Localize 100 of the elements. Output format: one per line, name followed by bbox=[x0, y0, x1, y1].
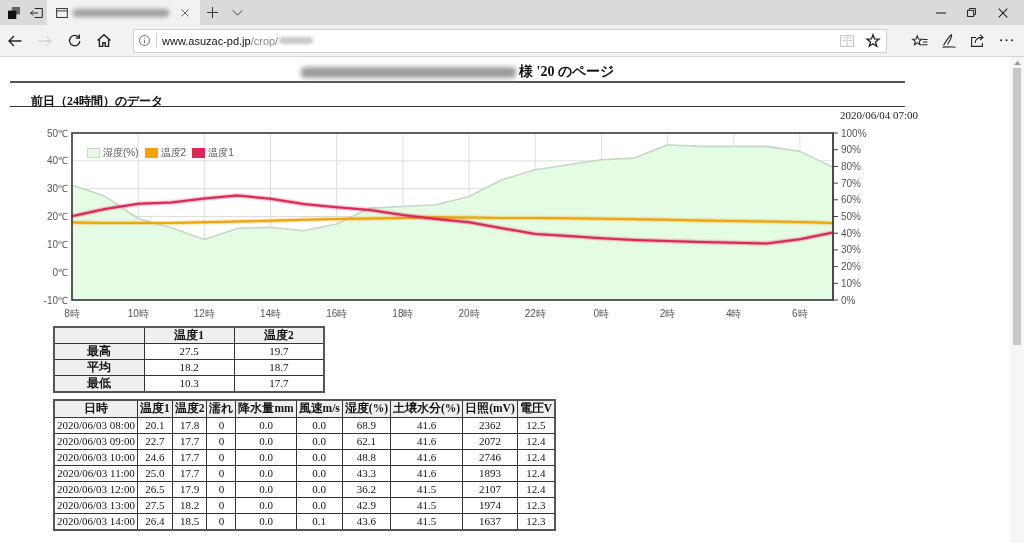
plus-icon bbox=[207, 7, 218, 18]
table-cell: 0.0 bbox=[296, 481, 343, 497]
axis-label: 10℃ bbox=[46, 238, 68, 250]
column-header: 温度1 bbox=[137, 400, 173, 417]
table-cell: 0 bbox=[206, 433, 236, 449]
table-cell: 0.0 bbox=[235, 449, 297, 465]
axis-label: 10時 bbox=[127, 308, 149, 319]
axis-label: 18時 bbox=[392, 308, 414, 319]
url-text: www.asuzac-pd.jp/crop/ bbox=[162, 33, 279, 48]
axis-label: 14時 bbox=[259, 308, 282, 319]
axis-label: 80% bbox=[841, 160, 861, 172]
chevron-down-icon bbox=[232, 9, 243, 16]
table-cell: 43.3 bbox=[342, 465, 391, 481]
axis-label: 20℃ bbox=[46, 211, 68, 222]
table-cell: 41.6 bbox=[390, 449, 463, 465]
more-icon bbox=[1000, 39, 1013, 42]
table-cell: 0.0 bbox=[235, 417, 297, 433]
table-cell: 2020/06/03 13:00 bbox=[54, 497, 138, 513]
table-cell: 0.0 bbox=[296, 497, 343, 513]
page-icon bbox=[56, 7, 68, 18]
table-cell: 48.8 bbox=[342, 449, 391, 465]
table-cell: 0 bbox=[206, 465, 236, 481]
table-cell: 2020/06/03 08:00 bbox=[54, 417, 138, 433]
table-cell: 0.0 bbox=[296, 465, 343, 481]
table-cell: 0.0 bbox=[235, 433, 297, 449]
legend-label: 湿度(%) bbox=[103, 147, 139, 159]
page-title: 様 '20 のページ bbox=[519, 63, 614, 81]
column-header: 電圧V bbox=[517, 400, 556, 417]
table-cell: 2020/06/03 10:00 bbox=[54, 449, 138, 465]
star-list-icon bbox=[911, 35, 928, 46]
axis-label: 6時 bbox=[792, 308, 808, 319]
pen-icon bbox=[941, 33, 956, 48]
column-header: 濡れ bbox=[206, 400, 236, 417]
table-cell: 24.6 bbox=[137, 449, 173, 465]
table-cell: 17.8 bbox=[172, 417, 207, 433]
close-icon bbox=[181, 8, 189, 17]
table-cell: 0.0 bbox=[235, 465, 297, 481]
axis-label: 8時 bbox=[64, 308, 80, 319]
axis-label: 30% bbox=[841, 244, 861, 256]
table-cell: 1974 bbox=[462, 497, 518, 513]
close-icon bbox=[997, 7, 1008, 18]
table-cell: 27.5 bbox=[137, 497, 173, 513]
axis-label: 16時 bbox=[326, 308, 348, 319]
address-field[interactable]: www.asuzac-pd.jp/crop/ bbox=[133, 28, 887, 53]
axis-label: 10% bbox=[841, 277, 861, 289]
table-cell: 22.7 bbox=[137, 433, 173, 449]
scrollbar-thumb[interactable] bbox=[1013, 68, 1021, 345]
table-cell: 0 bbox=[206, 417, 236, 433]
caret-up-icon bbox=[1013, 60, 1021, 65]
column-header: 風速m/s bbox=[296, 400, 343, 417]
table-cell: 17.7 bbox=[172, 449, 207, 465]
table-cell: 41.6 bbox=[390, 465, 463, 481]
table-cell: 2020/06/03 14:00 bbox=[54, 513, 138, 530]
table-cell: 2020/06/03 09:00 bbox=[54, 433, 138, 449]
table-cell: 62.1 bbox=[342, 433, 391, 449]
blurred-text bbox=[279, 37, 314, 44]
legend-label: 温度1 bbox=[208, 147, 234, 159]
column-header: 温度1 bbox=[144, 327, 234, 344]
table-cell: 17.7 bbox=[172, 465, 207, 481]
axis-label: 20% bbox=[841, 261, 861, 273]
table-cell: 41.6 bbox=[390, 417, 463, 433]
table-cell: 42.9 bbox=[342, 497, 391, 513]
table-cell: 18.2 bbox=[144, 359, 234, 376]
axis-label: 12時 bbox=[193, 308, 215, 319]
axis-label: 100% bbox=[841, 127, 867, 139]
table-cell: 41.6 bbox=[390, 433, 463, 449]
axis-label: 50% bbox=[841, 211, 861, 222]
axis-label: 2時 bbox=[659, 308, 676, 319]
table-cell: 2107 bbox=[462, 481, 518, 497]
column-header: 温度2 bbox=[172, 400, 207, 417]
column-header: 土壌水分(%) bbox=[390, 400, 463, 417]
minimize-icon bbox=[935, 11, 946, 14]
timestamp: 2020/06/04 07:00 bbox=[840, 109, 918, 121]
table-cell: 1893 bbox=[462, 465, 518, 481]
table-cell: 0.0 bbox=[235, 481, 297, 497]
column-header: 日照(mV) bbox=[462, 400, 518, 417]
table-cell: 2362 bbox=[462, 417, 518, 433]
column-header: 温度2 bbox=[234, 327, 324, 344]
axis-label: 4時 bbox=[725, 308, 742, 319]
restore-icon bbox=[967, 8, 976, 17]
table-cell: 2020/06/03 11:00 bbox=[54, 465, 138, 481]
table-cell: 20.1 bbox=[137, 417, 173, 433]
table-cell: 0.0 bbox=[235, 497, 297, 513]
table-cell: 0 bbox=[206, 481, 236, 497]
share-icon bbox=[970, 34, 985, 47]
table-cell: 0.0 bbox=[296, 433, 343, 449]
axis-label: 20時 bbox=[458, 308, 480, 319]
axis-label: 60% bbox=[841, 194, 861, 206]
axis-label: 0% bbox=[841, 294, 856, 306]
table-cell: 26.5 bbox=[137, 481, 173, 497]
table-cell: 36.2 bbox=[342, 481, 391, 497]
axis-label: -10℃ bbox=[43, 294, 68, 306]
axis-label: 0℃ bbox=[52, 266, 68, 278]
table-cell: 0 bbox=[206, 497, 236, 513]
table-cell: 2072 bbox=[462, 433, 518, 449]
legend-label: 温度2 bbox=[160, 147, 187, 159]
arrow-into-box-icon bbox=[29, 7, 43, 18]
axis-label: 40℃ bbox=[46, 155, 68, 167]
table-cell: 2020/06/03 12:00 bbox=[54, 481, 138, 497]
axis-label: 30℃ bbox=[46, 183, 68, 195]
